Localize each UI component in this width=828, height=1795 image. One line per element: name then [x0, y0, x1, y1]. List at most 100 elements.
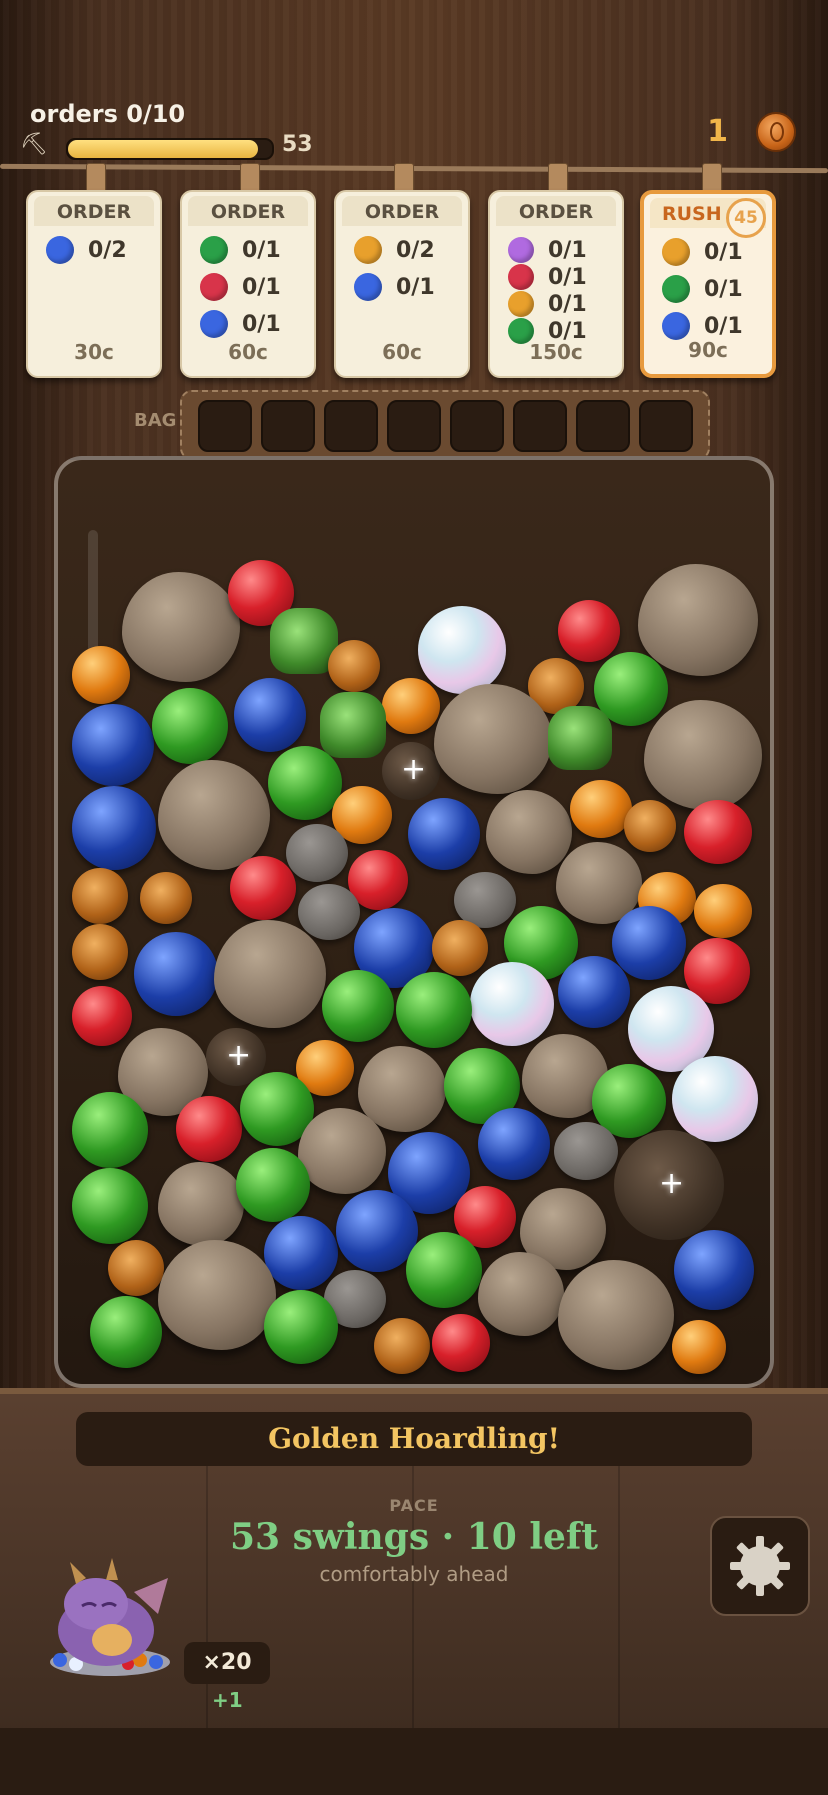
cracked-rock[interactable]: +	[614, 1130, 724, 1240]
green-gem[interactable]	[72, 1168, 148, 1244]
blue-gem[interactable]	[234, 678, 306, 752]
gem-color-dot	[508, 237, 534, 263]
bag-slot[interactable]	[513, 400, 567, 452]
pebble[interactable]	[286, 824, 348, 882]
order-card[interactable]: ORDER 0/1 0/1 0/1 60c	[180, 190, 316, 378]
opal-gem[interactable]	[672, 1056, 758, 1142]
blue-gem[interactable]	[264, 1216, 338, 1290]
opal-gem[interactable]	[470, 962, 554, 1046]
amber-gem[interactable]	[72, 924, 128, 980]
green-gem[interactable]	[406, 1232, 482, 1308]
order-card[interactable]: ORDER 0/1 0/1 0/1 0/1 150c	[488, 190, 624, 378]
bonus-text: +1	[212, 1688, 243, 1712]
swings-progress-bar	[66, 138, 274, 160]
gem-color-dot	[662, 238, 690, 266]
orange-gem[interactable]	[382, 678, 440, 734]
gem-color-dot	[200, 273, 228, 301]
red-gem[interactable]	[432, 1314, 490, 1372]
bag-slot[interactable]	[576, 400, 630, 452]
blue-gem[interactable]	[674, 1230, 754, 1310]
rock[interactable]	[122, 572, 240, 682]
order-reward: 150c	[529, 340, 583, 364]
blue-gem[interactable]	[478, 1108, 550, 1180]
red-gem[interactable]	[558, 600, 620, 662]
bag-slot[interactable]	[450, 400, 504, 452]
rock[interactable]	[434, 684, 552, 794]
rock[interactable]	[298, 1108, 386, 1194]
orange-gem[interactable]	[672, 1320, 726, 1374]
sparkle-icon: +	[659, 1166, 685, 1201]
red-gem[interactable]	[684, 800, 752, 864]
rock[interactable]	[158, 1162, 244, 1246]
order-reward: 60c	[382, 340, 422, 364]
rock[interactable]	[158, 760, 270, 870]
red-gem[interactable]	[176, 1096, 242, 1162]
blue-gem[interactable]	[408, 798, 480, 870]
swings-progress-fill	[68, 140, 258, 158]
cracked-rock[interactable]: +	[382, 742, 440, 800]
green-gem[interactable]	[72, 1092, 148, 1168]
rock[interactable]	[644, 700, 762, 810]
green-gem[interactable]	[322, 970, 394, 1042]
amber-gem[interactable]	[108, 1240, 164, 1296]
order-card[interactable]: ORDER 0/2 0/1 60c	[334, 190, 470, 378]
amber-gem[interactable]	[432, 920, 488, 976]
blue-gem[interactable]	[558, 956, 630, 1028]
orange-gem[interactable]	[72, 646, 130, 704]
rock[interactable]	[158, 1240, 276, 1350]
requirement-count: 0/1	[704, 239, 743, 265]
bag-label: BAG	[134, 410, 177, 431]
bag-slot[interactable]	[324, 400, 378, 452]
rush-timer: 45	[726, 198, 766, 238]
gem-color-dot	[662, 275, 690, 303]
green-gem[interactable]	[236, 1148, 310, 1222]
green-gem[interactable]	[152, 688, 228, 764]
bag-slot[interactable]	[387, 400, 441, 452]
requirement-count: 0/1	[242, 311, 281, 337]
rock[interactable]	[558, 1260, 674, 1370]
gear-icon	[730, 1536, 790, 1596]
amber-gem[interactable]	[72, 868, 128, 924]
settings-button[interactable]	[710, 1516, 810, 1616]
orange-gem[interactable]	[570, 780, 632, 838]
green-gem[interactable]	[268, 746, 342, 820]
gem-color-dot	[354, 273, 382, 301]
red-gem[interactable]	[72, 986, 132, 1046]
rock[interactable]	[638, 564, 758, 676]
crystal-cluster[interactable]	[320, 692, 386, 758]
green-gem[interactable]	[396, 972, 472, 1048]
blue-gem[interactable]	[134, 932, 218, 1016]
blue-gem[interactable]	[72, 704, 154, 786]
requirement-count: 0/1	[548, 264, 587, 290]
amber-gem[interactable]	[328, 640, 380, 692]
blue-gem[interactable]	[612, 906, 686, 980]
green-gem[interactable]	[264, 1290, 338, 1364]
bag-tray[interactable]	[180, 390, 710, 460]
order-card[interactable]: ORDER 0/2 30c	[26, 190, 162, 378]
rock[interactable]	[214, 920, 326, 1028]
amber-gem[interactable]	[374, 1318, 430, 1374]
crystal-cluster[interactable]	[548, 706, 612, 770]
pebble[interactable]	[554, 1122, 618, 1180]
green-gem[interactable]	[90, 1296, 162, 1368]
blue-gem[interactable]	[336, 1190, 418, 1272]
bag-slot[interactable]	[639, 400, 693, 452]
rock[interactable]	[478, 1252, 564, 1336]
gem-jar[interactable]: + + +	[54, 456, 774, 1388]
blue-gem[interactable]	[72, 786, 156, 870]
orange-gem[interactable]	[694, 884, 752, 938]
pebble[interactable]	[298, 884, 360, 940]
opal-gem[interactable]	[418, 606, 506, 694]
amber-gem[interactable]	[140, 872, 192, 924]
order-requirement: 0/1	[508, 263, 587, 291]
red-gem[interactable]	[230, 856, 296, 920]
rock[interactable]	[486, 790, 572, 874]
pickaxe-icon: ⛏	[20, 132, 48, 157]
bag-slot[interactable]	[198, 400, 252, 452]
order-card[interactable]: RUSH 45 0/1 0/1 0/1 90c	[640, 190, 776, 378]
requirement-count: 0/2	[88, 237, 127, 263]
bag-slot[interactable]	[261, 400, 315, 452]
amber-gem[interactable]	[624, 800, 676, 852]
requirement-count: 0/1	[548, 237, 587, 263]
dragon-icon[interactable]	[40, 1544, 180, 1684]
